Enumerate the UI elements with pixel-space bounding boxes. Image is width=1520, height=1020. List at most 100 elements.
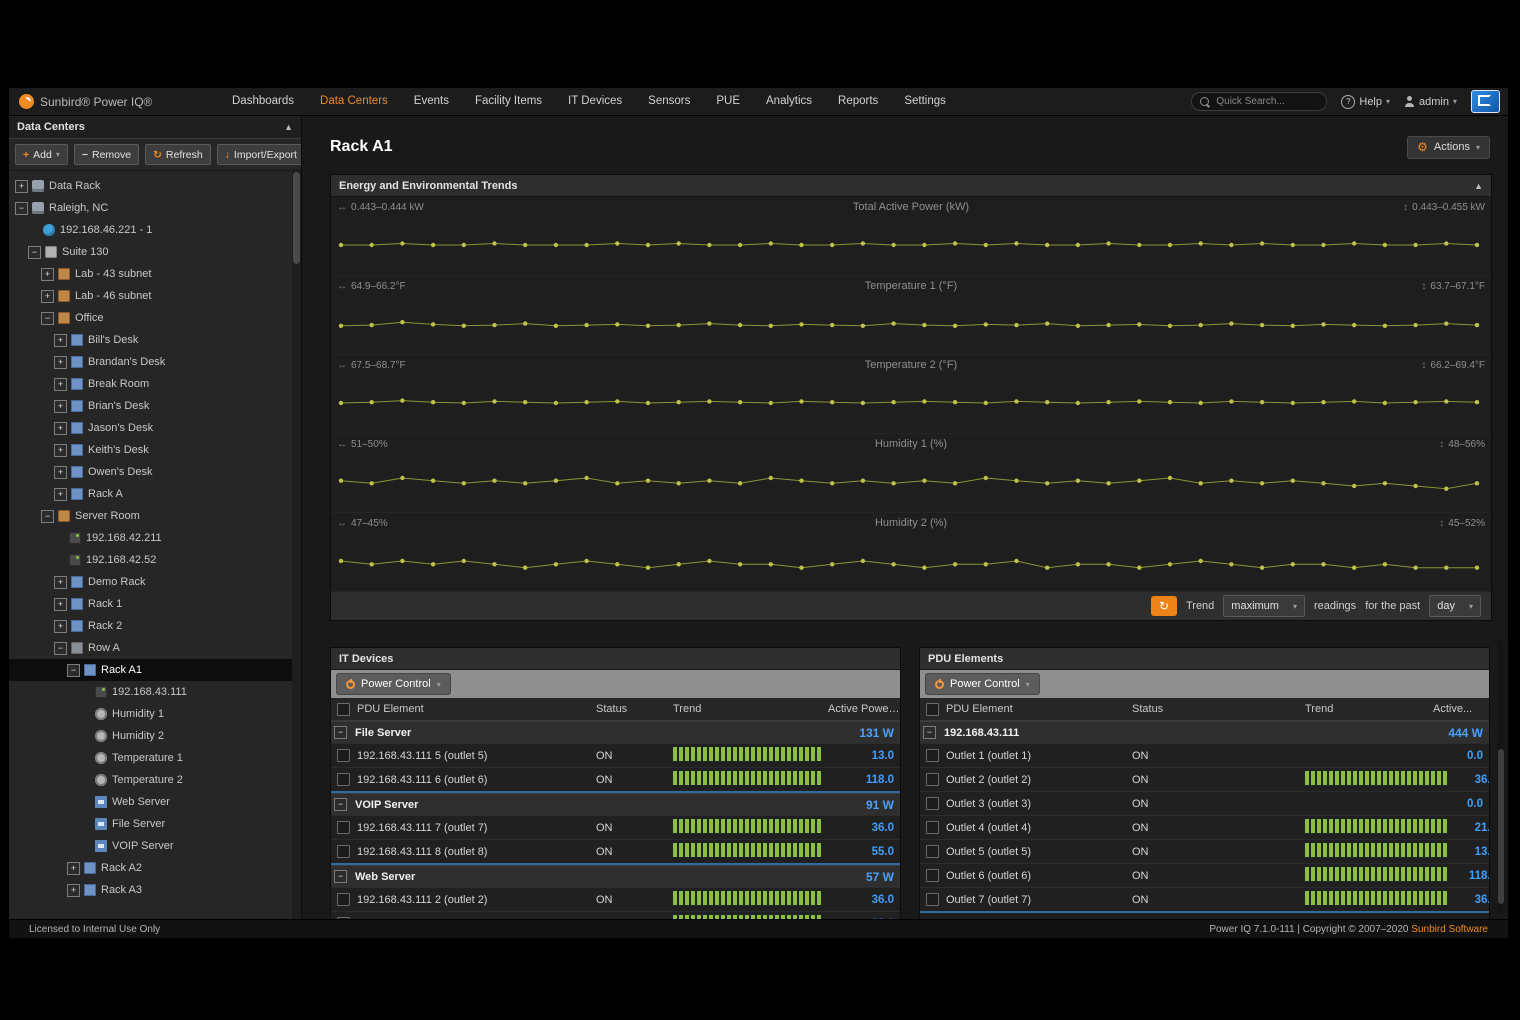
collapse-icon[interactable]: − bbox=[28, 246, 41, 259]
row-checkbox[interactable] bbox=[926, 773, 939, 786]
group-header-row[interactable]: −Web Server57 W bbox=[331, 865, 900, 887]
scrollbar-thumb[interactable] bbox=[1498, 749, 1504, 904]
tree-item-temperature-2[interactable]: Temperature 2 bbox=[9, 769, 292, 791]
row-checkbox[interactable] bbox=[337, 917, 350, 919]
tree-item-demo-rack[interactable]: +Demo Rack bbox=[9, 571, 292, 593]
collapse-icon[interactable]: − bbox=[334, 726, 347, 739]
tree-item-web-server[interactable]: Web Server bbox=[9, 791, 292, 813]
collapse-icon[interactable]: − bbox=[334, 798, 347, 811]
expand-icon[interactable]: + bbox=[54, 378, 67, 391]
nav-tab-it-devices[interactable]: IT Devices bbox=[555, 88, 635, 115]
row-checkbox[interactable] bbox=[926, 821, 939, 834]
tree-item-192-168-46-221-1[interactable]: 192.168.46.221 - 1 bbox=[9, 219, 292, 241]
expand-icon[interactable]: + bbox=[41, 290, 54, 303]
actions-button[interactable]: ⚙ Actions ▾ bbox=[1407, 136, 1490, 159]
table-row[interactable]: Outlet 7 (outlet 7)ON36.0 bbox=[920, 887, 1489, 911]
tree-item-brandan-s-desk[interactable]: +Brandan's Desk bbox=[9, 351, 292, 373]
tree-item-raleigh-nc[interactable]: −Raleigh, NC bbox=[9, 197, 292, 219]
scrollbar-thumb[interactable] bbox=[293, 172, 300, 264]
row-checkbox[interactable] bbox=[926, 869, 939, 882]
table-row[interactable]: Outlet 1 (outlet 1)ON0.0 bbox=[920, 743, 1489, 767]
tree-item-lab-43-subnet[interactable]: +Lab - 43 subnet bbox=[9, 263, 292, 285]
nav-tab-pue[interactable]: PUE bbox=[703, 88, 753, 115]
add-button[interactable]: + Add ▾ bbox=[15, 144, 68, 165]
row-checkbox[interactable] bbox=[337, 845, 350, 858]
header-checkbox[interactable] bbox=[337, 703, 350, 716]
tree-item-brian-s-desk[interactable]: +Brian's Desk bbox=[9, 395, 292, 417]
power-control-button[interactable]: Power Control▾ bbox=[925, 673, 1040, 695]
tree-item-rack-a3[interactable]: +Rack A3 bbox=[9, 879, 292, 901]
group-header-row[interactable]: −VOIP Server91 W bbox=[331, 793, 900, 815]
search-input[interactable] bbox=[1214, 95, 1308, 108]
remove-button[interactable]: − Remove bbox=[74, 144, 139, 165]
tree-item-temperature-1[interactable]: Temperature 1 bbox=[9, 747, 292, 769]
nav-tab-reports[interactable]: Reports bbox=[825, 88, 891, 115]
period-select[interactable]: day ▾ bbox=[1429, 595, 1481, 617]
group-header-row[interactable]: −192.168.43.111444 W bbox=[920, 721, 1489, 743]
expand-icon[interactable]: + bbox=[54, 598, 67, 611]
nav-tab-dashboards[interactable]: Dashboards bbox=[219, 88, 307, 115]
collapse-up-icon[interactable]: ▲ bbox=[1474, 181, 1483, 191]
table-row[interactable]: Outlet 2 (outlet 2)ON36.0 bbox=[920, 767, 1489, 791]
trend-type-select[interactable]: maximum ▾ bbox=[1223, 595, 1305, 617]
main-scrollbar[interactable] bbox=[1497, 641, 1505, 911]
tree-item-humidity-2[interactable]: Humidity 2 bbox=[9, 725, 292, 747]
row-checkbox[interactable] bbox=[926, 749, 939, 762]
refresh-button[interactable]: ↻ Refresh bbox=[145, 144, 211, 165]
trend-refresh-button[interactable]: ↻ bbox=[1151, 596, 1177, 616]
group-header-row[interactable]: −File Server131 W bbox=[331, 721, 900, 743]
expand-icon[interactable]: + bbox=[54, 444, 67, 457]
power-control-button[interactable]: Power Control▾ bbox=[336, 673, 451, 695]
tree-item-office[interactable]: −Office bbox=[9, 307, 292, 329]
expand-icon[interactable]: + bbox=[15, 180, 28, 193]
row-checkbox[interactable] bbox=[337, 749, 350, 762]
nav-tab-analytics[interactable]: Analytics bbox=[753, 88, 825, 115]
tree-item-bill-s-desk[interactable]: +Bill's Desk bbox=[9, 329, 292, 351]
table-row[interactable]: 192.168.43.111 6 (outlet 6)ON118.0 bbox=[331, 767, 900, 791]
nav-tab-data-centers[interactable]: Data Centers bbox=[307, 88, 401, 115]
expand-icon[interactable]: + bbox=[67, 884, 80, 897]
collapse-up-icon[interactable]: ▲ bbox=[284, 122, 293, 132]
tree-item-break-room[interactable]: +Break Room bbox=[9, 373, 292, 395]
expand-icon[interactable]: + bbox=[41, 268, 54, 281]
table-row[interactable]: 192.168.43.111 4 (outlet 4)ON21.0 bbox=[331, 911, 900, 919]
collapse-icon[interactable]: − bbox=[923, 726, 936, 739]
expand-icon[interactable]: + bbox=[54, 334, 67, 347]
expand-icon[interactable]: + bbox=[54, 356, 67, 369]
row-checkbox[interactable] bbox=[337, 773, 350, 786]
table-row[interactable]: Outlet 5 (outlet 5)ON13.0 bbox=[920, 839, 1489, 863]
expand-icon[interactable]: + bbox=[54, 466, 67, 479]
collapse-icon[interactable]: − bbox=[334, 870, 347, 883]
collapse-icon[interactable]: − bbox=[41, 510, 54, 523]
tree-item-lab-46-subnet[interactable]: +Lab - 46 subnet bbox=[9, 285, 292, 307]
tree-item-file-server[interactable]: File Server bbox=[9, 813, 292, 835]
table-row[interactable]: 192.168.43.111 2 (outlet 2)ON36.0 bbox=[331, 887, 900, 911]
tree-item-rack-a2[interactable]: +Rack A2 bbox=[9, 857, 292, 879]
expand-icon[interactable]: + bbox=[54, 422, 67, 435]
expand-icon[interactable]: + bbox=[54, 576, 67, 589]
expand-icon[interactable]: + bbox=[54, 488, 67, 501]
row-checkbox[interactable] bbox=[926, 893, 939, 906]
tree-item-row-a[interactable]: −Row A bbox=[9, 637, 292, 659]
tree-item-rack-2[interactable]: +Rack 2 bbox=[9, 615, 292, 637]
table-row[interactable]: 192.168.43.111 5 (outlet 5)ON13.0 bbox=[331, 743, 900, 767]
table-row[interactable]: 192.168.43.111 8 (outlet 8)ON55.0 bbox=[331, 839, 900, 863]
nav-tab-sensors[interactable]: Sensors bbox=[635, 88, 703, 115]
tree-item-rack-a[interactable]: +Rack A bbox=[9, 483, 292, 505]
expand-icon[interactable]: + bbox=[67, 862, 80, 875]
tree-item-server-room[interactable]: −Server Room bbox=[9, 505, 292, 527]
quick-search[interactable] bbox=[1191, 92, 1327, 111]
vendor-link[interactable]: Sunbird Software bbox=[1411, 924, 1488, 935]
tree-item-192-168-43-111[interactable]: 192.168.43.111 bbox=[9, 681, 292, 703]
collapse-icon[interactable]: − bbox=[15, 202, 28, 215]
tree-item-rack-1[interactable]: +Rack 1 bbox=[9, 593, 292, 615]
tree-item-data-rack[interactable]: +Data Rack bbox=[9, 175, 292, 197]
tree-item-keith-s-desk[interactable]: +Keith's Desk bbox=[9, 439, 292, 461]
row-checkbox[interactable] bbox=[926, 845, 939, 858]
row-checkbox[interactable] bbox=[337, 821, 350, 834]
nav-tab-facility-items[interactable]: Facility Items bbox=[462, 88, 555, 115]
tree-item-192-168-42-52[interactable]: 192.168.42.52 bbox=[9, 549, 292, 571]
tree-item-voip-server[interactable]: VOIP Server bbox=[9, 835, 292, 857]
collapse-icon[interactable]: − bbox=[54, 642, 67, 655]
table-row[interactable]: Outlet 6 (outlet 6)ON118.0 bbox=[920, 863, 1489, 887]
